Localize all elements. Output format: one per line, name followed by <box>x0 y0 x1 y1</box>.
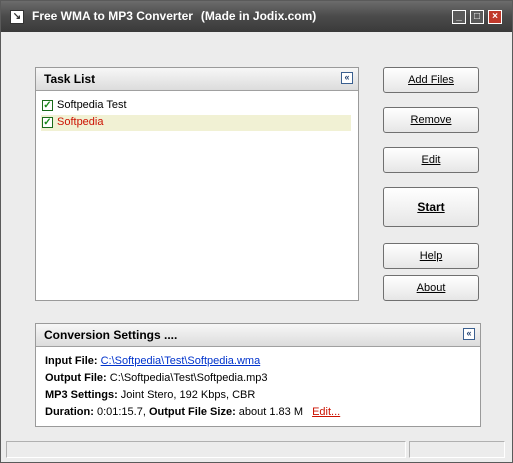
window-title-extra: (Made in Jodix.com) <box>200 9 317 23</box>
checkbox-icon[interactable]: ✓ <box>42 117 53 128</box>
task-label: Softpedia <box>57 116 104 128</box>
about-button[interactable]: About <box>383 275 479 301</box>
duration-value: 0:01:15.7, <box>96 406 146 418</box>
conversion-settings-panel: Conversion Settings .... « Input File: C… <box>35 323 481 427</box>
mp3-settings-label: MP3 Settings: <box>45 389 118 401</box>
minimize-button[interactable]: _ <box>452 10 466 24</box>
input-file-link[interactable]: C:\Softpedia\Test\Softpedia.wma <box>101 355 261 367</box>
mp3-settings-value: Joint Stero, 192 Kbps, CBR <box>120 389 256 401</box>
app-window: ↘ Free WMA to MP3 Converter (Made in Jodi… <box>0 0 513 463</box>
conversion-settings-title: Conversion Settings .... <box>44 328 178 342</box>
duration-label: Duration: <box>45 406 94 418</box>
output-size-label: Output File Size: <box>148 406 236 418</box>
maximize-button[interactable]: □ <box>470 10 484 24</box>
window-title-name: Free WMA to MP3 Converter <box>32 9 193 23</box>
task-label: Softpedia Test <box>57 99 127 111</box>
add-files-label: Add Files <box>408 74 454 86</box>
close-button[interactable]: × <box>488 10 502 24</box>
duration-line: Duration: 0:01:15.7, Output File Size: a… <box>45 406 340 418</box>
task-row[interactable]: ✓ Softpedia Test <box>41 98 351 114</box>
add-files-button[interactable]: Add Files <box>383 67 479 93</box>
remove-label: Remove <box>410 114 452 126</box>
status-bar-cell <box>409 441 505 458</box>
conversion-settings-header: Conversion Settings .... « <box>36 324 480 347</box>
remove-button[interactable]: Remove <box>383 107 479 133</box>
output-size-value: about 1.83 M <box>238 406 304 418</box>
task-list-header: Task List « <box>36 68 358 91</box>
status-bar-cell <box>6 441 406 458</box>
about-label: About <box>416 282 446 294</box>
help-label: Help <box>419 250 443 262</box>
start-label: Start <box>417 200 445 214</box>
task-list-title: Task List <box>44 72 96 86</box>
status-bar <box>6 441 507 458</box>
output-file-line: Output File: C:\Softpedia\Test\Softpedia… <box>45 372 268 384</box>
checkbox-icon[interactable]: ✓ <box>42 100 53 111</box>
window-title: Free WMA to MP3 Converter (Made in Jodix.… <box>32 9 316 23</box>
conversion-settings-collapse-icon[interactable]: « <box>463 328 475 340</box>
edit-label: Edit <box>421 154 441 166</box>
input-file-label: Input File: <box>45 355 98 367</box>
title-bar[interactable]: ↘ Free WMA to MP3 Converter (Made in Jodi… <box>1 1 512 32</box>
output-file-label: Output File: <box>45 372 107 384</box>
input-file-line: Input File: C:\Softpedia\Test\Softpedia.… <box>45 355 260 367</box>
output-file-value: C:\Softpedia\Test\Softpedia.mp3 <box>109 372 268 384</box>
start-button[interactable]: Start <box>383 187 479 227</box>
task-list-collapse-icon[interactable]: « <box>341 72 353 84</box>
edit-settings-link[interactable]: Edit... <box>312 406 340 418</box>
task-list-panel: Task List « ✓ Softpedia Test ✓ Softpedia <box>35 67 359 301</box>
edit-button[interactable]: Edit <box>383 147 479 173</box>
app-icon[interactable]: ↘ <box>10 10 24 24</box>
help-button[interactable]: Help <box>383 243 479 269</box>
mp3-settings-line: MP3 Settings: Joint Stero, 192 Kbps, CBR <box>45 389 255 401</box>
task-row-selected[interactable]: ✓ Softpedia <box>41 115 351 131</box>
